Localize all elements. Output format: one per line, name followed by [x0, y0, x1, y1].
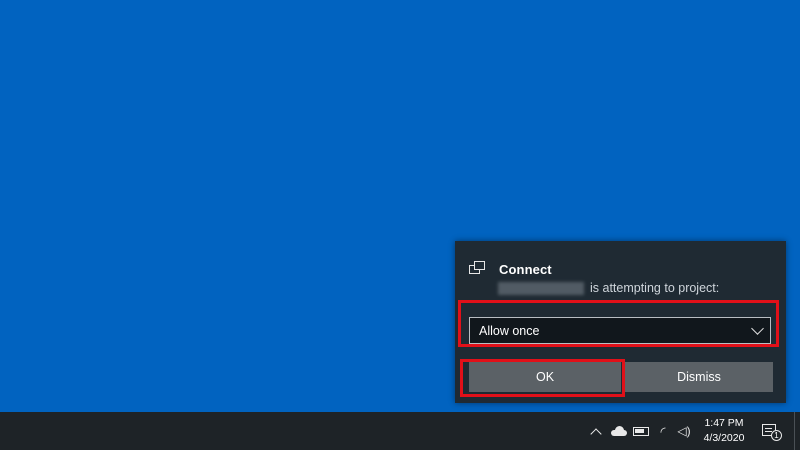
permission-select-value: Allow once [479, 323, 540, 338]
notification-message: is attempting to project: [498, 281, 719, 295]
taskbar: ◜ ◁) 1:47 PM 4/3/2020 1 [0, 412, 800, 450]
onedrive-cloud-icon[interactable] [609, 412, 629, 450]
notification-title: Connect [499, 261, 552, 277]
permission-select[interactable]: Allow once [469, 317, 771, 344]
notification-count-badge: 1 [771, 430, 782, 441]
clock-time: 1:47 PM [704, 417, 744, 429]
ok-highlight-box [460, 359, 625, 397]
notification-message-text: is attempting to project: [590, 281, 720, 295]
connect-notification: Connect is attempting to project: Allow … [455, 241, 786, 403]
clock[interactable]: 1:47 PM 4/3/2020 [696, 416, 752, 446]
volume-icon[interactable]: ◁) [675, 412, 693, 450]
project-display-icon [469, 261, 491, 277]
clock-date: 4/3/2020 [703, 432, 745, 444]
show-desktop-button[interactable] [794, 412, 800, 450]
dismiss-button[interactable]: Dismiss [625, 362, 773, 392]
redacted-device-name [498, 281, 584, 295]
show-hidden-icons-icon[interactable] [588, 412, 604, 450]
chevron-down-icon [751, 321, 764, 335]
network-icon[interactable]: ◜ [654, 412, 672, 450]
notification-header: Connect [469, 261, 552, 277]
action-center-icon[interactable]: 1 [762, 424, 782, 441]
battery-icon[interactable] [631, 412, 651, 450]
